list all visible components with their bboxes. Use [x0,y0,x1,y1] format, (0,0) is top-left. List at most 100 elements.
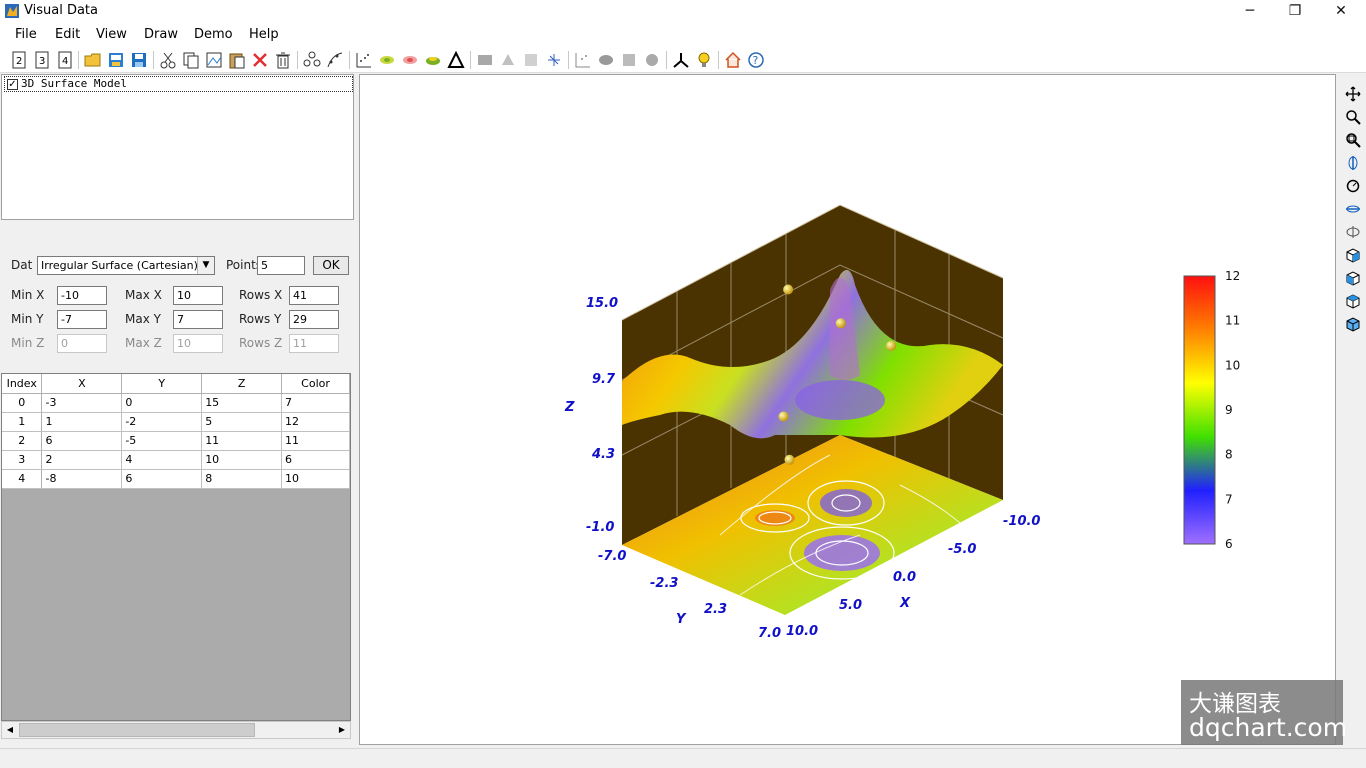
gray-grid-icon[interactable] [522,51,540,69]
cell-index[interactable]: 4 [2,469,43,489]
cell-color[interactable]: 6 [281,450,350,470]
pan-icon[interactable] [1345,86,1361,102]
cell-color[interactable]: 11 [281,431,350,451]
save-icon[interactable] [130,51,148,69]
ok-button[interactable]: OK [313,256,349,275]
home-icon[interactable] [724,51,742,69]
menu-help[interactable]: Help [249,27,279,42]
curve-fit-icon[interactable] [326,51,344,69]
rotate-horizontal-icon[interactable] [1345,201,1361,217]
cell-y[interactable]: -5 [121,431,203,451]
new-4d-icon[interactable]: 4 [56,51,74,69]
cell-index[interactable]: 0 [2,393,43,413]
cell-z[interactable]: 15 [201,393,283,413]
surface-gray-icon[interactable] [597,51,615,69]
chart-canvas[interactable]: 15.0 9.7 4.3 -1.0 Z -10.0 -5.0 0.0 5.0 1… [359,74,1336,745]
triangle-icon[interactable] [447,51,465,69]
cell-index[interactable]: 1 [2,412,43,432]
cell-x[interactable]: 2 [41,450,123,470]
cell-z[interactable]: 5 [201,412,283,432]
tree-item-checkbox[interactable]: ✓ [7,79,18,90]
delete-icon[interactable] [251,51,269,69]
gray-box-icon[interactable] [476,51,494,69]
zoom-icon[interactable] [1345,109,1361,125]
cell-z[interactable]: 11 [201,431,283,451]
column-header-color[interactable]: Color [281,374,350,394]
rotate-vertical-icon[interactable] [1345,155,1361,171]
new-2d-icon[interactable]: 2 [10,51,28,69]
cell-x[interactable]: 1 [41,412,123,432]
data-point-marker [778,411,789,422]
menu-file[interactable]: File [15,27,37,42]
tree-item-3d-surface-model[interactable]: ✓ 3D Surface Model [4,76,353,92]
cell-x[interactable]: -3 [41,393,123,413]
data-type-select[interactable]: Irregular Surface (Cartesian) ▼ [37,256,215,275]
cell-color[interactable]: 7 [281,393,350,413]
max-x-input[interactable]: 10 [173,286,223,305]
menu-edit[interactable]: Edit [55,27,80,42]
menu-draw[interactable]: Draw [144,27,178,42]
grid-horizontal-scrollbar[interactable]: ◀ ▶ [1,721,351,739]
column-header-y[interactable]: Y [121,374,203,394]
surface-chart-svg[interactable]: 15.0 9.7 4.3 -1.0 Z -10.0 -5.0 0.0 5.0 1… [360,75,1335,744]
cell-x[interactable]: -8 [41,469,123,489]
restore-button[interactable]: ❐ [1272,0,1318,23]
surface-red-icon[interactable] [401,51,419,69]
surface-yellow-icon[interactable] [424,51,442,69]
view-cube-front-icon[interactable] [1345,247,1361,263]
gray-shape-icon[interactable] [499,51,517,69]
scatter-plot-icon[interactable] [355,51,373,69]
menu-view[interactable]: View [96,27,127,42]
help-icon[interactable]: ? [747,51,765,69]
rows-x-input[interactable]: 41 [289,286,339,305]
new-3d-icon[interactable]: 3 [33,51,51,69]
scrollbar-thumb[interactable] [19,723,255,737]
min-y-input[interactable]: -7 [57,310,107,329]
zoom-region-icon[interactable] [1345,132,1361,148]
light-bulb-icon[interactable] [695,51,713,69]
cell-index[interactable]: 3 [2,450,43,470]
column-header-z[interactable]: Z [201,374,283,394]
cell-z[interactable]: 10 [201,450,283,470]
cell-z[interactable]: 8 [201,469,283,489]
column-header-x[interactable]: X [41,374,123,394]
min-x-input[interactable]: -10 [57,286,107,305]
view-cube-side-icon[interactable] [1345,270,1361,286]
surface-green-icon[interactable] [378,51,396,69]
open-folder-icon[interactable] [84,51,102,69]
cut-icon[interactable] [159,51,177,69]
minimize-button[interactable]: ─ [1227,0,1273,23]
view-cube-top-icon[interactable] [1345,293,1361,309]
close-button[interactable]: ✕ [1318,0,1364,23]
max-y-input[interactable]: 7 [173,310,223,329]
rotate-free-icon[interactable] [1345,224,1361,240]
paste-icon[interactable] [228,51,246,69]
scroll-right-icon[interactable]: ▶ [334,722,350,738]
cell-color[interactable]: 12 [281,412,350,432]
cell-x[interactable]: 6 [41,431,123,451]
nodes-icon[interactable] [303,51,321,69]
copy-icon[interactable] [182,51,200,69]
points-input[interactable]: 5 [257,256,305,275]
cell-y[interactable]: 0 [121,393,203,413]
column-header-index[interactable]: Index [2,374,43,394]
cell-y[interactable]: 4 [121,450,203,470]
grid-gray-icon[interactable] [620,51,638,69]
dropdown-arrow-icon[interactable]: ▼ [197,257,214,274]
mesh-gray-icon[interactable] [643,51,661,69]
vector-field-icon[interactable] [545,51,563,69]
rows-y-input[interactable]: 29 [289,310,339,329]
cell-y[interactable]: 6 [121,469,203,489]
copy-image-icon[interactable] [205,51,223,69]
axes-icon[interactable] [672,51,690,69]
scroll-left-icon[interactable]: ◀ [2,722,18,738]
cell-y[interactable]: -2 [121,412,203,432]
cell-color[interactable]: 10 [281,469,350,489]
view-cube-iso-icon[interactable] [1345,316,1361,332]
trash-icon[interactable] [274,51,292,69]
menu-demo[interactable]: Demo [194,27,233,42]
cell-index[interactable]: 2 [2,431,43,451]
scatter-gray-icon[interactable] [574,51,592,69]
rotate-icon[interactable] [1345,178,1361,194]
open-data-icon[interactable] [107,51,125,69]
